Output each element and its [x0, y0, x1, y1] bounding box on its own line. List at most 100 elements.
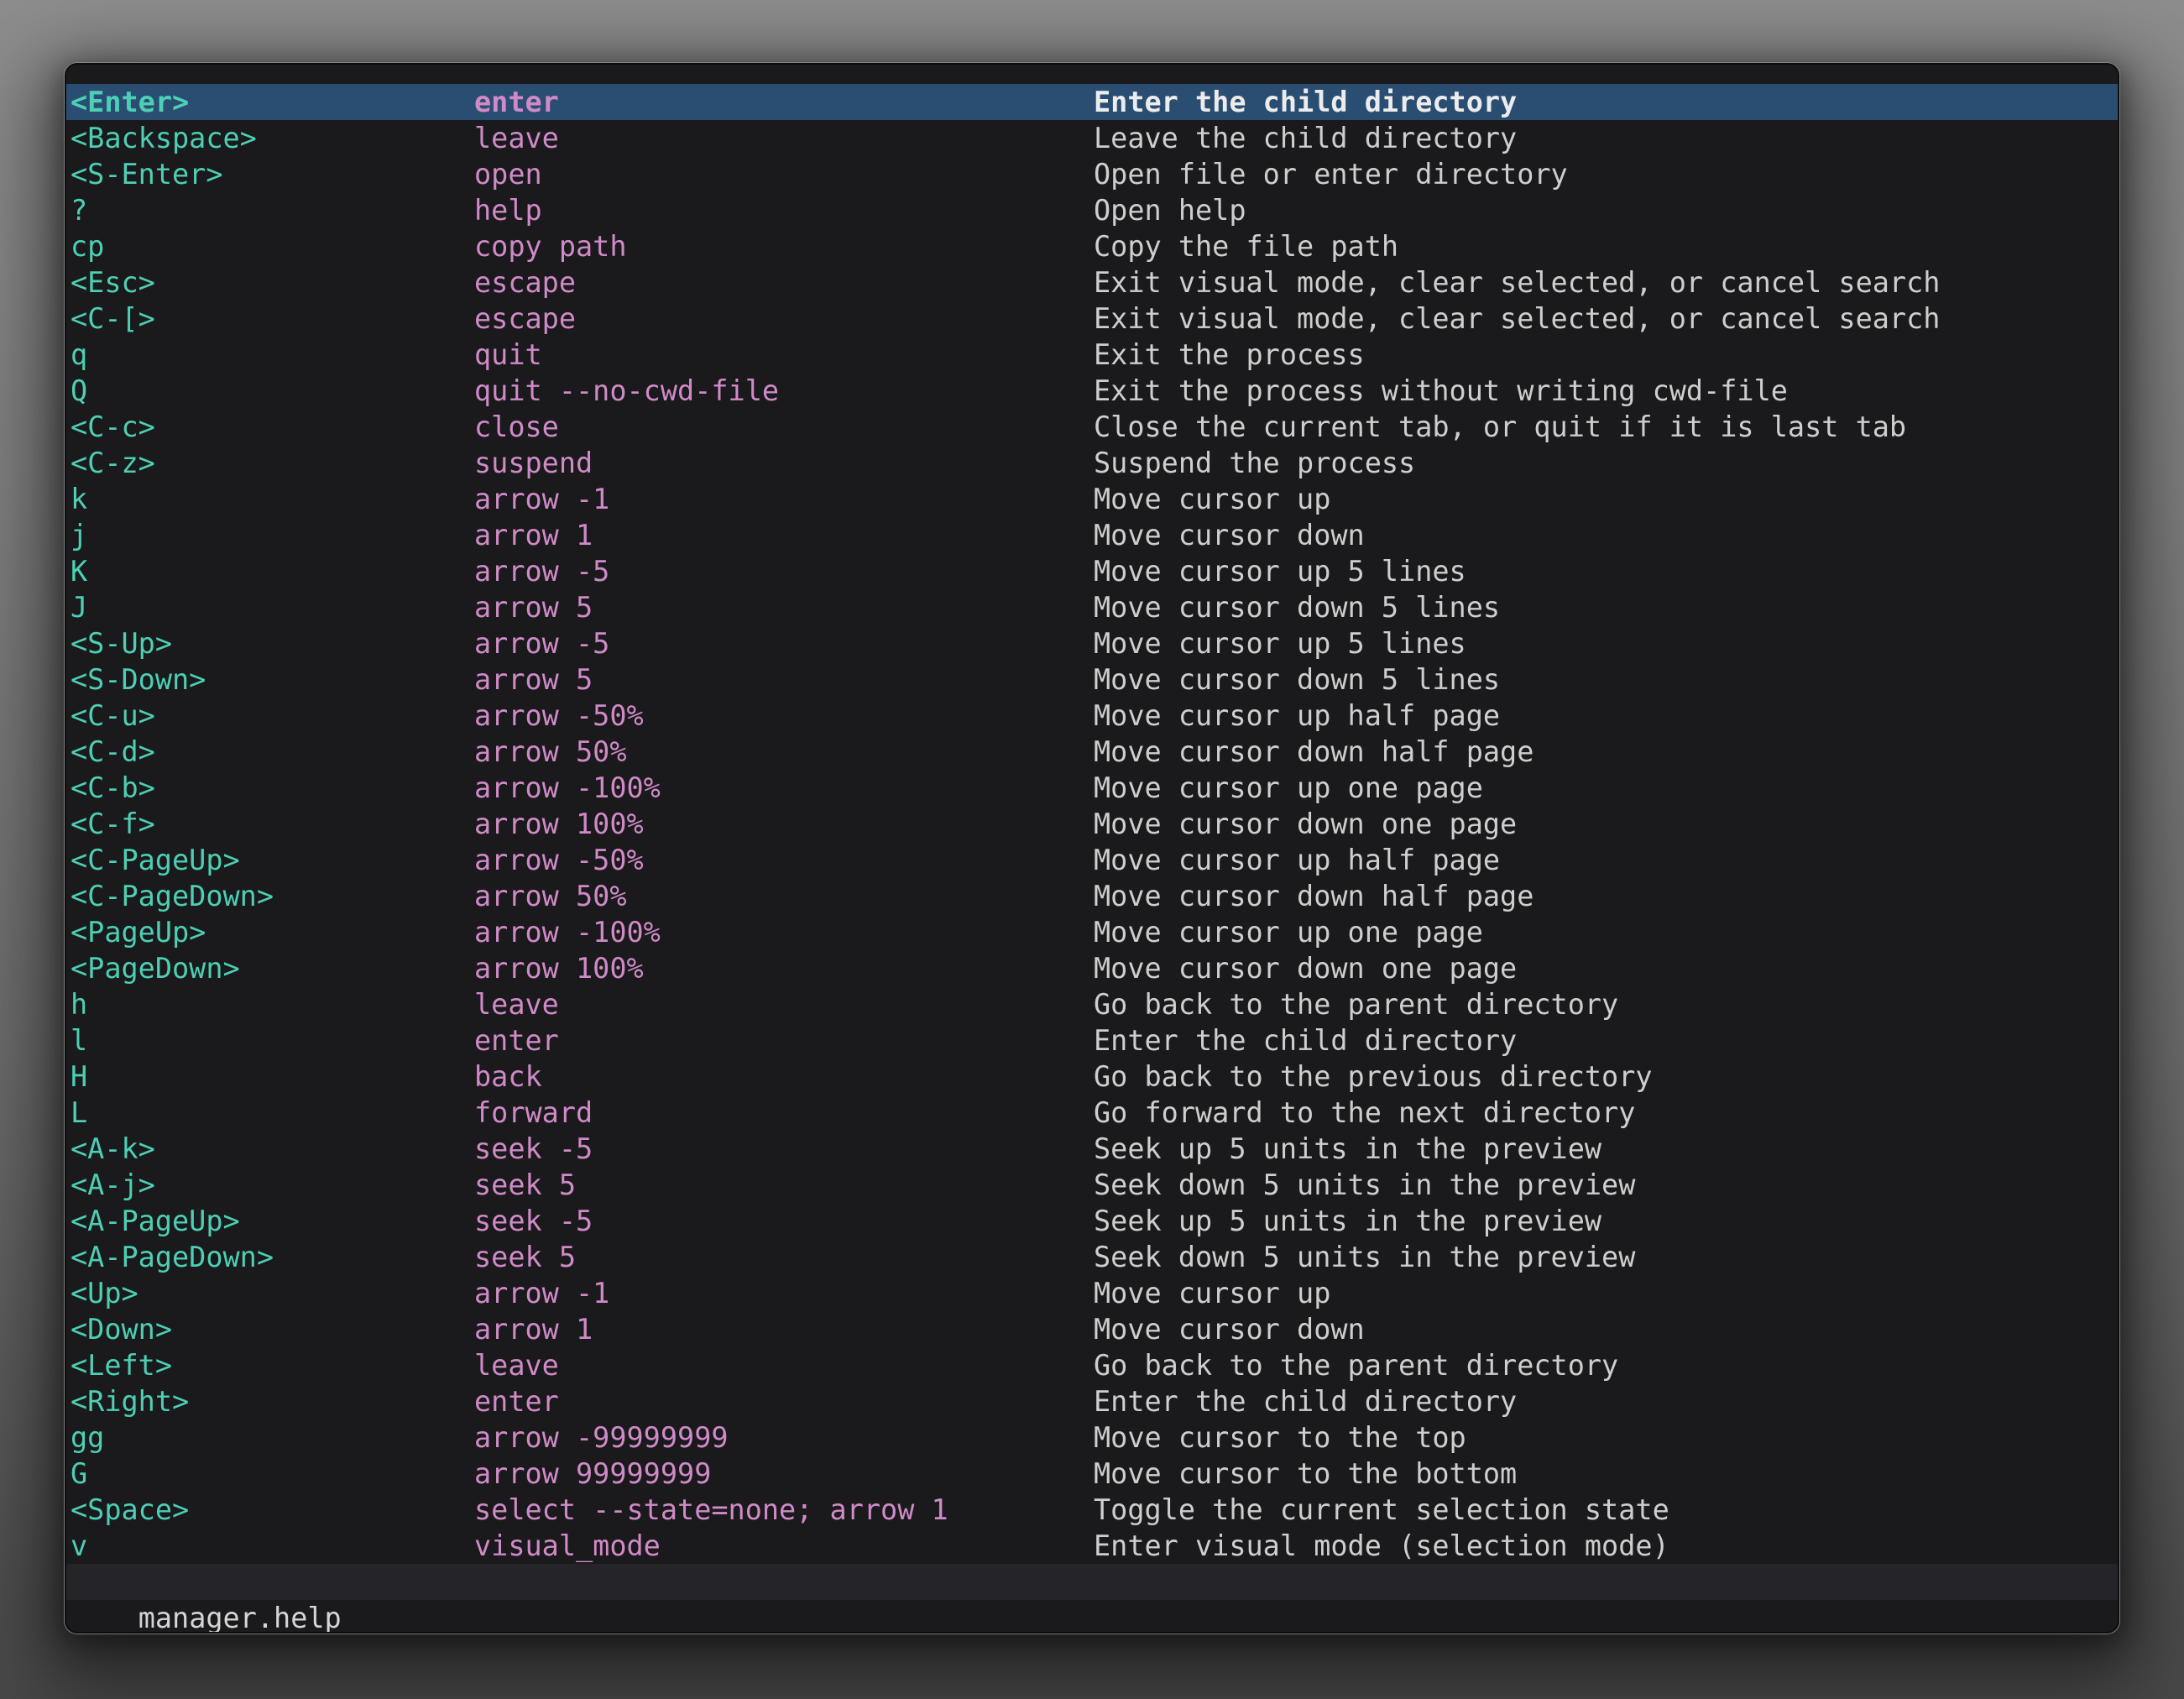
help-row[interactable]: <C-[>escapeExit visual mode, clear selec…	[66, 301, 2118, 337]
help-row[interactable]: <Down>arrow 1Move cursor down	[66, 1311, 2118, 1347]
keybinding-description: Exit the process	[1094, 337, 2118, 373]
keybinding-command: enter	[474, 1383, 1094, 1419]
help-row[interactable]: qquitExit the process	[66, 337, 2118, 373]
help-row[interactable]: ?helpOpen help	[66, 192, 2118, 228]
keybinding-description: Move cursor up 5 lines	[1094, 553, 2118, 589]
keybinding-list: <Enter>enterEnter the child directory<Ba…	[66, 84, 2118, 1564]
keybinding-command: arrow -99999999	[474, 1419, 1094, 1456]
keybinding-command: arrow 50%	[474, 878, 1094, 914]
keybinding-description: Move cursor up	[1094, 481, 2118, 517]
keybinding-description: Exit visual mode, clear selected, or can…	[1094, 264, 2118, 301]
keybinding-description: Seek up 5 units in the preview	[1094, 1203, 2118, 1239]
keybinding-description: Move cursor up one page	[1094, 914, 2118, 950]
help-row[interactable]: <A-PageUp>seek -5Seek up 5 units in the …	[66, 1203, 2118, 1239]
help-row[interactable]: karrow -1Move cursor up	[66, 481, 2118, 517]
keybinding-command: arrow -50%	[474, 842, 1094, 878]
keybinding-description: Move cursor down half page	[1094, 878, 2118, 914]
help-row[interactable]: <Backspace>leaveLeave the child director…	[66, 120, 2118, 156]
keybinding-command: forward	[474, 1095, 1094, 1131]
help-row[interactable]: Qquit --no-cwd-fileExit the process with…	[66, 373, 2118, 409]
help-row[interactable]: <S-Up>arrow -5Move cursor up 5 lines	[66, 625, 2118, 661]
keybinding-key: l	[71, 1022, 474, 1059]
keybinding-command: escape	[474, 264, 1094, 301]
help-row[interactable]: <PageDown>arrow 100%Move cursor down one…	[66, 950, 2118, 986]
keybinding-key: ?	[71, 192, 474, 228]
help-row[interactable]: <Esc>escapeExit visual mode, clear selec…	[66, 264, 2118, 301]
keybinding-command: leave	[474, 120, 1094, 156]
keybinding-command: arrow 100%	[474, 806, 1094, 842]
keybinding-key: <Esc>	[71, 264, 474, 301]
help-row[interactable]: Jarrow 5Move cursor down 5 lines	[66, 589, 2118, 625]
keybinding-description: Seek down 5 units in the preview	[1094, 1167, 2118, 1203]
help-row[interactable]: <C-d>arrow 50%Move cursor down half page	[66, 734, 2118, 770]
help-row[interactable]: lenterEnter the child directory	[66, 1022, 2118, 1059]
keybinding-description: Move cursor up one page	[1094, 770, 2118, 806]
keybinding-key: G	[71, 1456, 474, 1492]
help-row[interactable]: <PageUp>arrow -100%Move cursor up one pa…	[66, 914, 2118, 950]
keybinding-key: <S-Up>	[71, 625, 474, 661]
help-row[interactable]: <A-j>seek 5Seek down 5 units in the prev…	[66, 1167, 2118, 1203]
keybinding-key: <PageDown>	[71, 950, 474, 986]
help-row[interactable]: <C-PageUp>arrow -50%Move cursor up half …	[66, 842, 2118, 878]
keybinding-key: <Space>	[71, 1492, 474, 1528]
keybinding-description: Enter the child directory	[1094, 1383, 2118, 1419]
status-layer-label: manager.help	[138, 1602, 342, 1634]
keybinding-key: <PageUp>	[71, 914, 474, 950]
help-row[interactable]: Karrow -5Move cursor up 5 lines	[66, 553, 2118, 589]
help-row[interactable]: <Left>leaveGo back to the parent directo…	[66, 1347, 2118, 1383]
keybinding-description: Move cursor to the top	[1094, 1419, 2118, 1456]
keybinding-key: <C-d>	[71, 734, 474, 770]
keybinding-description: Go back to the previous directory	[1094, 1059, 2118, 1095]
help-row[interactable]: <S-Enter>openOpen file or enter director…	[66, 156, 2118, 192]
help-row[interactable]: <C-z>suspendSuspend the process	[66, 445, 2118, 481]
keybinding-description: Move cursor down	[1094, 1311, 2118, 1347]
help-row[interactable]: <C-b>arrow -100%Move cursor up one page	[66, 770, 2118, 806]
keybinding-command: arrow 5	[474, 661, 1094, 698]
help-row[interactable]: hleaveGo back to the parent directory	[66, 986, 2118, 1022]
keybinding-key: L	[71, 1095, 474, 1131]
keybinding-command: seek -5	[474, 1131, 1094, 1167]
help-row[interactable]: <A-PageDown>seek 5Seek down 5 units in t…	[66, 1239, 2118, 1275]
keybinding-description: Copy the file path	[1094, 228, 2118, 264]
help-row[interactable]: LforwardGo forward to the next directory	[66, 1095, 2118, 1131]
terminal-window-help: <Enter>enterEnter the child directory<Ba…	[65, 63, 2119, 1634]
help-row[interactable]: ggarrow -99999999Move cursor to the top	[66, 1419, 2118, 1456]
keybinding-command: help	[474, 192, 1094, 228]
keybinding-key: j	[71, 517, 474, 553]
help-row[interactable]: cpcopy pathCopy the file path	[66, 228, 2118, 264]
help-row[interactable]: <C-f>arrow 100%Move cursor down one page	[66, 806, 2118, 842]
keybinding-command: suspend	[474, 445, 1094, 481]
keybinding-description: Move cursor down half page	[1094, 734, 2118, 770]
keybinding-key: <C-z>	[71, 445, 474, 481]
keybinding-description: Go forward to the next directory	[1094, 1095, 2118, 1131]
help-row[interactable]: <A-k>seek -5Seek up 5 units in the previ…	[66, 1131, 2118, 1167]
help-row[interactable]: vvisual_modeEnter visual mode (selection…	[66, 1528, 2118, 1564]
keybinding-key: <Up>	[71, 1275, 474, 1311]
keybinding-command: arrow 5	[474, 589, 1094, 625]
help-row[interactable]: HbackGo back to the previous directory	[66, 1059, 2118, 1095]
keybinding-description: Move cursor up half page	[1094, 842, 2118, 878]
keybinding-description: Suspend the process	[1094, 445, 2118, 481]
keybinding-key: v	[71, 1528, 474, 1564]
help-row[interactable]: <C-c>closeClose the current tab, or quit…	[66, 409, 2118, 445]
keybinding-key: Q	[71, 373, 474, 409]
keybinding-key: q	[71, 337, 474, 373]
help-row[interactable]: <Space>select --state=none; arrow 1Toggl…	[66, 1492, 2118, 1528]
keybinding-description: Enter the child directory	[1094, 1022, 2118, 1059]
help-row[interactable]: <C-u>arrow -50%Move cursor up half page	[66, 698, 2118, 734]
keybinding-command: arrow -1	[474, 481, 1094, 517]
keybinding-key: <C-[>	[71, 301, 474, 337]
keybinding-key: cp	[71, 228, 474, 264]
help-row[interactable]: jarrow 1Move cursor down	[66, 517, 2118, 553]
help-row[interactable]: Garrow 99999999Move cursor to the bottom	[66, 1456, 2118, 1492]
status-bar: manager.help	[66, 1564, 2118, 1600]
help-row[interactable]: <S-Down>arrow 5Move cursor down 5 lines	[66, 661, 2118, 698]
keybinding-command: arrow 99999999	[474, 1456, 1094, 1492]
help-row[interactable]: <C-PageDown>arrow 50%Move cursor down ha…	[66, 878, 2118, 914]
help-row-selected[interactable]: <Enter>enterEnter the child directory	[66, 84, 2118, 120]
keybinding-command: arrow -5	[474, 625, 1094, 661]
help-row[interactable]: <Up>arrow -1Move cursor up	[66, 1275, 2118, 1311]
keybinding-key: <Enter>	[71, 84, 474, 120]
help-row[interactable]: <Right>enterEnter the child directory	[66, 1383, 2118, 1419]
keybinding-key: <C-c>	[71, 409, 474, 445]
